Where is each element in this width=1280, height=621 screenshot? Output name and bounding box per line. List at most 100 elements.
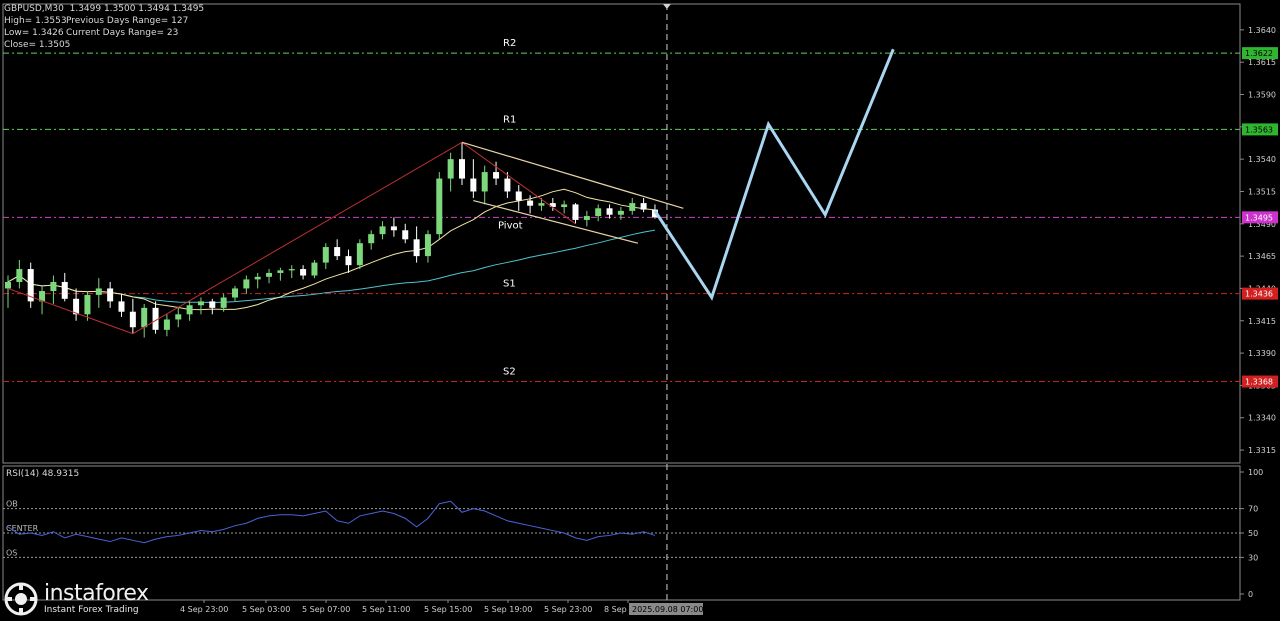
rsi-line	[7, 500, 656, 544]
instaforex-logo: instaforex Instant Forex Trading	[4, 579, 170, 619]
candle-body	[572, 204, 579, 220]
candle-body	[617, 210, 624, 215]
candle-body	[197, 301, 204, 306]
time-tick-label: 5 Sep 03:00	[242, 605, 290, 614]
level-price-label: 1.3368	[1245, 378, 1273, 387]
candle-body	[515, 191, 522, 201]
price-tick-label: 1.3465	[1248, 252, 1276, 261]
current-time-label: 2025.09.08 07:00	[632, 605, 703, 614]
previous-days-range: Previous Days Range= 127	[66, 16, 189, 26]
time-marker-arrow	[662, 4, 671, 9]
candle-body	[504, 178, 511, 192]
rsi-title: RSI(14) 48.9315	[6, 469, 80, 479]
candle-body	[220, 297, 227, 308]
candle-body	[288, 269, 295, 271]
candle-body	[50, 281, 57, 292]
candle-body	[95, 288, 102, 295]
candle-body	[595, 208, 602, 217]
candle-body	[493, 172, 500, 179]
time-tick-label: 4 Sep 23:00	[180, 605, 228, 614]
candle-body	[470, 178, 477, 192]
price-tick-label: 1.3390	[1248, 349, 1276, 358]
candle-body	[424, 234, 431, 257]
level-price-label: 1.3436	[1245, 290, 1273, 299]
rsi-tick-label: 0	[1248, 590, 1253, 599]
candle-body	[5, 281, 11, 289]
candle-body	[413, 239, 420, 257]
level-price-label: 1.3622	[1245, 49, 1273, 58]
level-name-r2: R2	[503, 38, 516, 49]
candle-body	[379, 226, 386, 235]
level-name-s2: S2	[503, 367, 516, 378]
price-tick-label: 1.3515	[1248, 187, 1276, 196]
candle-body	[402, 230, 409, 240]
price-tick-label: 1.3340	[1248, 414, 1276, 423]
candle-body	[436, 178, 443, 235]
candle-body	[232, 288, 238, 298]
candle-body	[84, 294, 91, 315]
candle-body	[163, 319, 170, 330]
forecast-path	[653, 48, 895, 301]
high-value: High= 1.3553	[4, 16, 67, 26]
level-name-r1: R1	[503, 114, 516, 125]
candle-body	[390, 226, 397, 231]
instaforex-logo-icon	[4, 582, 38, 616]
candle-body	[118, 301, 125, 312]
candle-body	[629, 203, 636, 211]
candle-body	[345, 256, 352, 266]
rsi-os-label: OS	[6, 548, 17, 557]
chart-info-header: GBPUSD,M30 1.3499 1.3500 1.3494 1.3495 H…	[4, 3, 204, 51]
price-tick-label: 1.3640	[1248, 26, 1276, 35]
time-tick-label: 5 Sep 07:00	[302, 605, 350, 614]
level-name-s1: S1	[503, 279, 516, 290]
zigzag-line	[7, 141, 576, 335]
price-tick-label: 1.3315	[1248, 446, 1276, 455]
candle-body	[266, 272, 273, 277]
time-tick-label: 5 Sep 15:00	[424, 605, 472, 614]
candle-body	[107, 288, 114, 302]
close-value: Close= 1.3505	[4, 40, 71, 50]
level-price-label: 1.3495	[1245, 213, 1273, 222]
candle-body	[606, 208, 613, 215]
time-tick-label: 5 Sep 11:00	[362, 605, 410, 614]
rsi-tick-label: 30	[1248, 553, 1258, 562]
candle-body	[129, 311, 136, 328]
price-tick-label: 1.3415	[1248, 317, 1276, 326]
candle-body	[61, 281, 68, 299]
price-tick-label: 1.3590	[1248, 91, 1276, 100]
price-tick-label: 1.3615	[1248, 58, 1276, 67]
candle-body	[459, 159, 465, 179]
candle-body	[300, 269, 307, 276]
candle-body	[175, 314, 182, 320]
candle-body	[356, 243, 363, 266]
time-tick-label: 5 Sep 19:00	[484, 605, 532, 614]
candle-body	[209, 301, 216, 308]
candle-body	[583, 216, 590, 220]
rsi-ob-label: OB	[6, 500, 18, 509]
candle-body	[141, 307, 148, 328]
rsi-tick-label: 100	[1248, 468, 1263, 477]
candle-body	[16, 269, 23, 282]
candle-body	[561, 204, 568, 207]
current-days-range: Current Days Range= 23	[66, 28, 179, 38]
price-chart[interactable]: 1.36401.36151.35901.35651.35401.35151.34…	[0, 0, 1280, 621]
rsi-tick-label: 50	[1248, 529, 1258, 538]
time-tick-label: 8 Sep	[604, 605, 627, 614]
candle-body	[640, 203, 647, 210]
time-tick-label: 5 Sep 23:00	[544, 605, 592, 614]
candle-body	[447, 159, 454, 179]
brand-tagline: Instant Forex Trading	[44, 604, 139, 615]
candle-body	[481, 172, 488, 192]
candle-body	[527, 200, 534, 206]
candle-body	[186, 305, 193, 315]
candle-body	[538, 203, 545, 206]
candle-body	[254, 276, 261, 280]
brand-name: instaforex	[44, 580, 149, 606]
candle-body	[311, 262, 318, 276]
candle-body	[322, 247, 329, 263]
low-value: Low= 1.3426	[4, 28, 64, 38]
candle-body	[277, 270, 284, 273]
level-price-label: 1.3563	[1245, 125, 1273, 134]
price-tick-label: 1.3540	[1248, 155, 1276, 164]
candle-body	[334, 247, 341, 257]
